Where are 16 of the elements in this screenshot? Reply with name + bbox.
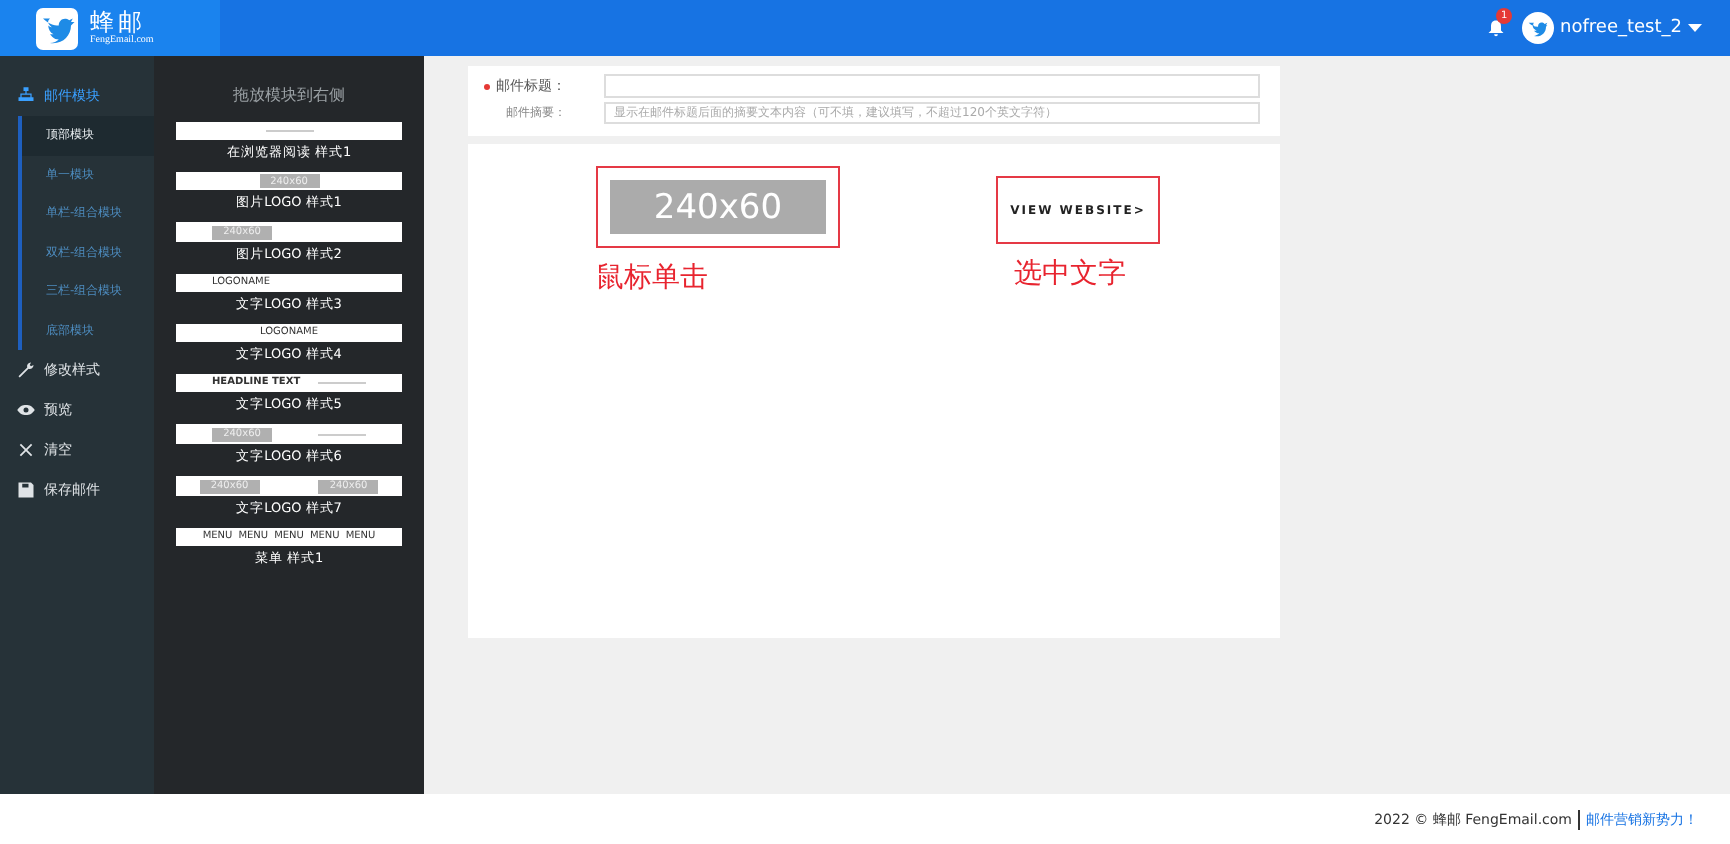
bell-icon[interactable] [1486,18,1507,38]
avatar-icon [1522,12,1555,44]
sitemap-icon [16,86,36,106]
user-menu[interactable]: nofree_test_2 [1522,12,1702,44]
brand-name: 蜂邮 [90,10,146,34]
bird-logo-icon [36,7,78,49]
block-thumbnail[interactable] [176,122,402,140]
wrench-icon [16,360,36,380]
save-icon [16,480,36,500]
input-field[interactable] [604,74,1260,98]
eye-icon [16,400,36,420]
panel-title: 拖放模块到右侧 [233,84,345,106]
caret-icon [1688,24,1702,32]
annotation-text: 选中文字 [1014,256,1126,292]
annotation-text: 鼠标单击 [596,260,708,296]
close-icon [16,440,36,460]
